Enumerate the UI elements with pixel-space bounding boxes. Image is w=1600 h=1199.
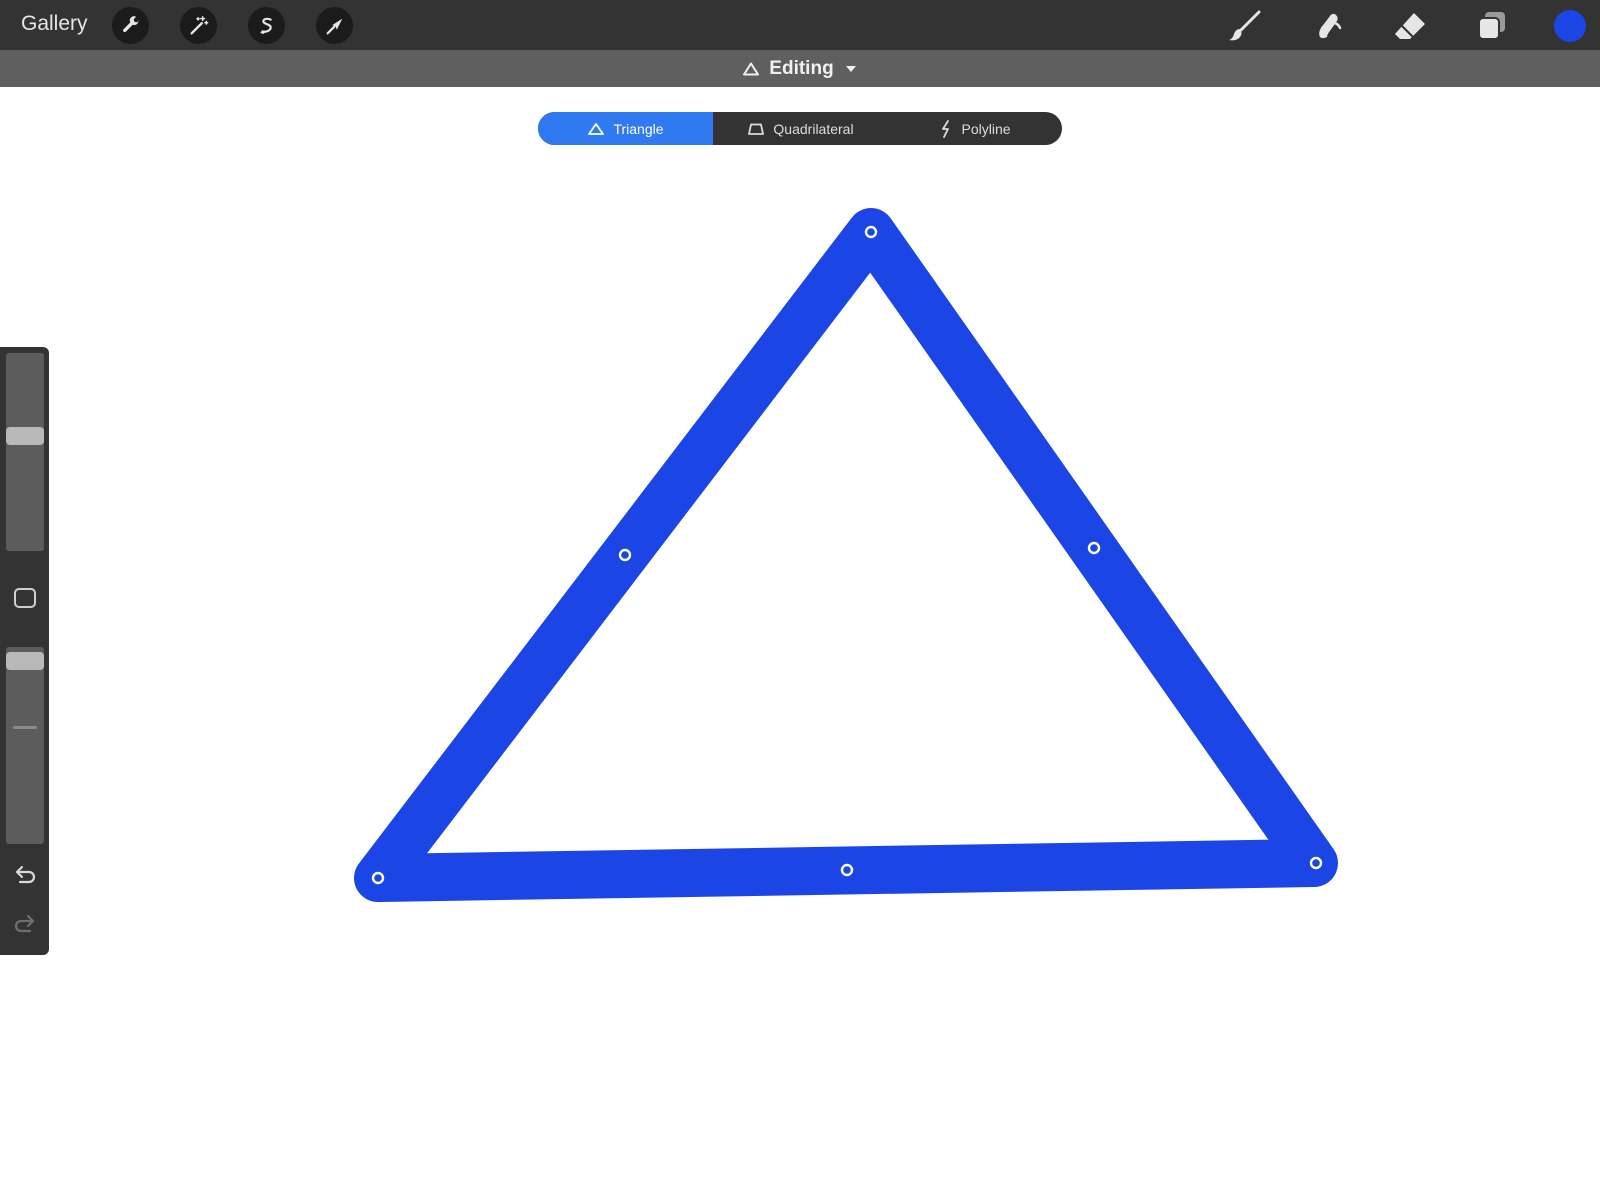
- editing-bar: Editing: [0, 50, 1600, 87]
- wrench-icon[interactable]: [112, 7, 149, 44]
- color-swatch[interactable]: [1554, 10, 1586, 42]
- triangle-outline-icon: [743, 62, 760, 75]
- transform-arrow-icon[interactable]: [316, 7, 353, 44]
- editing-label: Editing: [769, 57, 834, 79]
- triangle-shape[interactable]: [354, 208, 1338, 902]
- editing-dropdown[interactable]: Editing: [0, 50, 1600, 87]
- top-toolbar: Gallery: [0, 0, 1600, 50]
- gallery-button[interactable]: Gallery: [21, 12, 88, 36]
- brush-icon[interactable]: [1226, 8, 1264, 44]
- selection-icon[interactable]: [248, 7, 285, 44]
- eraser-icon[interactable]: [1391, 8, 1429, 44]
- drawing-canvas[interactable]: [0, 87, 1600, 1199]
- smudge-icon[interactable]: [1309, 8, 1347, 44]
- caret-down-icon: [845, 65, 856, 72]
- layers-icon[interactable]: [1473, 8, 1511, 44]
- magic-wand-icon[interactable]: [180, 7, 217, 44]
